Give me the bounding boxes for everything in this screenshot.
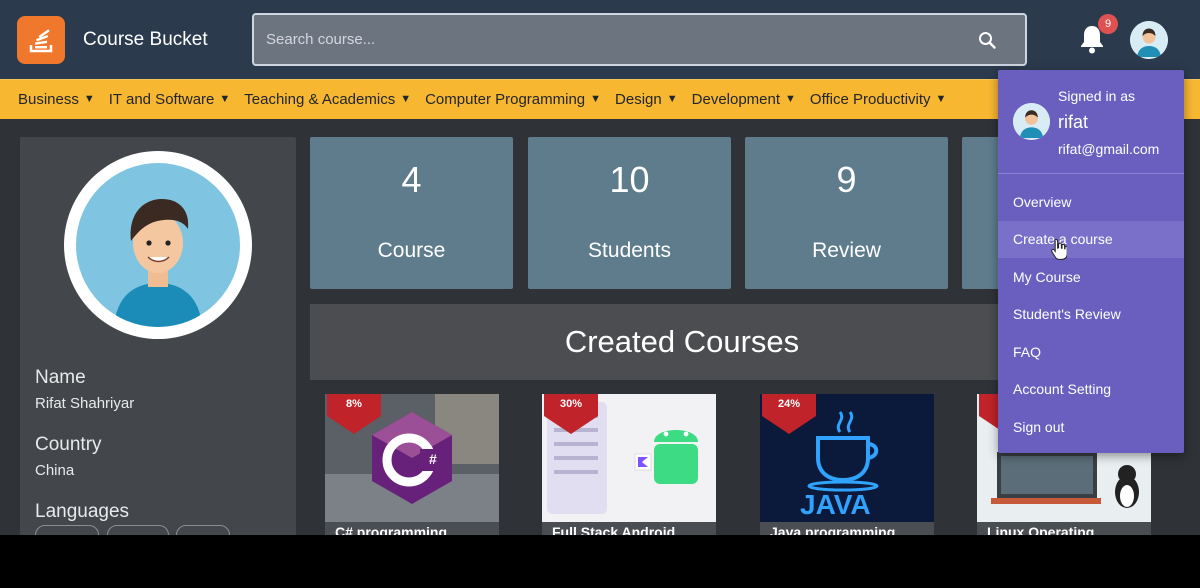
discount-ribbon: 30%	[544, 394, 598, 434]
menu-item-account-setting[interactable]: Account Setting	[998, 371, 1184, 408]
category-label: Office Productivity	[809, 91, 931, 108]
chevron-down-icon: ▼	[666, 93, 678, 105]
stat-card-students[interactable]: 10 Students	[528, 137, 731, 289]
language-pill	[107, 525, 169, 535]
search-bar	[252, 13, 1027, 66]
user-avatar-icon	[114, 199, 202, 327]
chevron-down-icon: ▼	[785, 93, 796, 105]
menu-item-students-review[interactable]: Student's Review	[998, 296, 1184, 333]
menu-item-faq[interactable]: FAQ	[998, 334, 1184, 371]
chevron-down-icon: ▼	[219, 93, 231, 105]
hand-pointer-cursor-icon	[1051, 238, 1067, 260]
discount-value: 8%	[346, 398, 362, 410]
search-input[interactable]	[266, 31, 973, 48]
category-teaching-academics[interactable]: Teaching & Academics ▼	[244, 91, 411, 108]
discount-value: 30%	[559, 398, 583, 410]
stat-value: 9	[836, 159, 857, 200]
profile-avatar	[64, 151, 252, 339]
category-label: Computer Programming	[425, 91, 586, 108]
course-card[interactable]: 30% Full Stack Android	[542, 394, 716, 535]
name-label: Name	[35, 367, 86, 388]
chevron-down-icon: ▼	[400, 93, 412, 105]
stat-value: 10	[609, 159, 650, 200]
search-icon	[979, 31, 996, 49]
svg-text:#: #	[429, 451, 437, 467]
stack-layers-icon	[29, 29, 53, 53]
stat-card-course[interactable]: 4 Course	[310, 137, 513, 289]
category-computer-programming[interactable]: Computer Programming ▼	[425, 91, 601, 108]
discount-value: 24%	[777, 398, 801, 410]
category-design[interactable]: Design ▼	[615, 91, 678, 108]
dropdown-header: Signed in as rifat rifat@gmail.com	[998, 70, 1184, 174]
course-title: Full Stack Android	[542, 522, 716, 535]
top-header: Course Bucket 9	[0, 0, 1200, 79]
user-avatar-icon	[1013, 103, 1050, 140]
name-value: Rifat Shahriyar	[35, 395, 135, 412]
menu-item-sign-out[interactable]: Sign out	[998, 409, 1184, 446]
category-business[interactable]: Business ▼	[18, 91, 95, 108]
country-label: Country	[35, 434, 102, 455]
dropdown-username: rifat	[1058, 112, 1089, 132]
logo[interactable]	[17, 16, 65, 64]
chevron-down-icon: ▼	[590, 93, 602, 105]
stat-label: Course	[377, 239, 446, 262]
stat-card-review[interactable]: 9 Review	[745, 137, 948, 289]
dropdown-avatar	[1013, 103, 1050, 140]
stat-label: Review	[812, 239, 881, 262]
category-label: Design	[615, 91, 662, 108]
user-dropdown-menu: Signed in as rifat rifat@gmail.com Overv…	[998, 70, 1184, 453]
course-card[interactable]: # 8% C# programming	[325, 394, 499, 535]
signed-in-label: Signed in as	[1058, 88, 1136, 104]
course-title: Linux Operating	[977, 522, 1151, 535]
category-development[interactable]: Development ▼	[692, 91, 796, 108]
languages-label: Languages	[35, 501, 130, 522]
discount-ribbon: 8%	[327, 394, 381, 434]
menu-item-overview[interactable]: Overview	[998, 184, 1184, 221]
category-label: Teaching & Academics	[244, 91, 396, 108]
brand-name[interactable]: Course Bucket	[83, 29, 208, 51]
chevron-down-icon: ▼	[83, 93, 95, 105]
language-pill	[176, 525, 230, 535]
dropdown-email: rifat@gmail.com	[1058, 141, 1160, 157]
stat-value: 4	[401, 159, 422, 200]
category-label: IT and Software	[108, 91, 215, 108]
svg-text:JAVA: JAVA	[800, 489, 871, 520]
stat-label: Students	[588, 239, 671, 262]
user-avatar-icon	[1130, 21, 1168, 59]
search-button[interactable]	[973, 26, 1001, 54]
course-title: C# programming	[325, 522, 499, 535]
category-label: Business	[18, 91, 79, 108]
category-label: Development	[691, 91, 781, 108]
course-title: Java programming	[760, 522, 934, 535]
profile-card: Name Rifat Shahriyar Country China Langu…	[20, 137, 296, 535]
app-window: Course Bucket 9	[0, 0, 1200, 535]
discount-ribbon: 24%	[762, 394, 816, 434]
category-office-productivity[interactable]: Office Productivity ▼	[810, 91, 947, 108]
course-card[interactable]: JAVA 24% Java programming	[760, 394, 934, 535]
menu-item-create-course[interactable]: Create a course	[998, 221, 1184, 258]
menu-item-my-course[interactable]: My Course	[998, 259, 1184, 296]
category-it-software[interactable]: IT and Software ▼	[109, 91, 231, 108]
language-pill	[35, 525, 99, 535]
chevron-down-icon: ▼	[935, 93, 947, 105]
user-avatar-button[interactable]	[1130, 21, 1168, 59]
notification-badge: 9	[1098, 14, 1118, 34]
country-value: China	[35, 462, 75, 479]
